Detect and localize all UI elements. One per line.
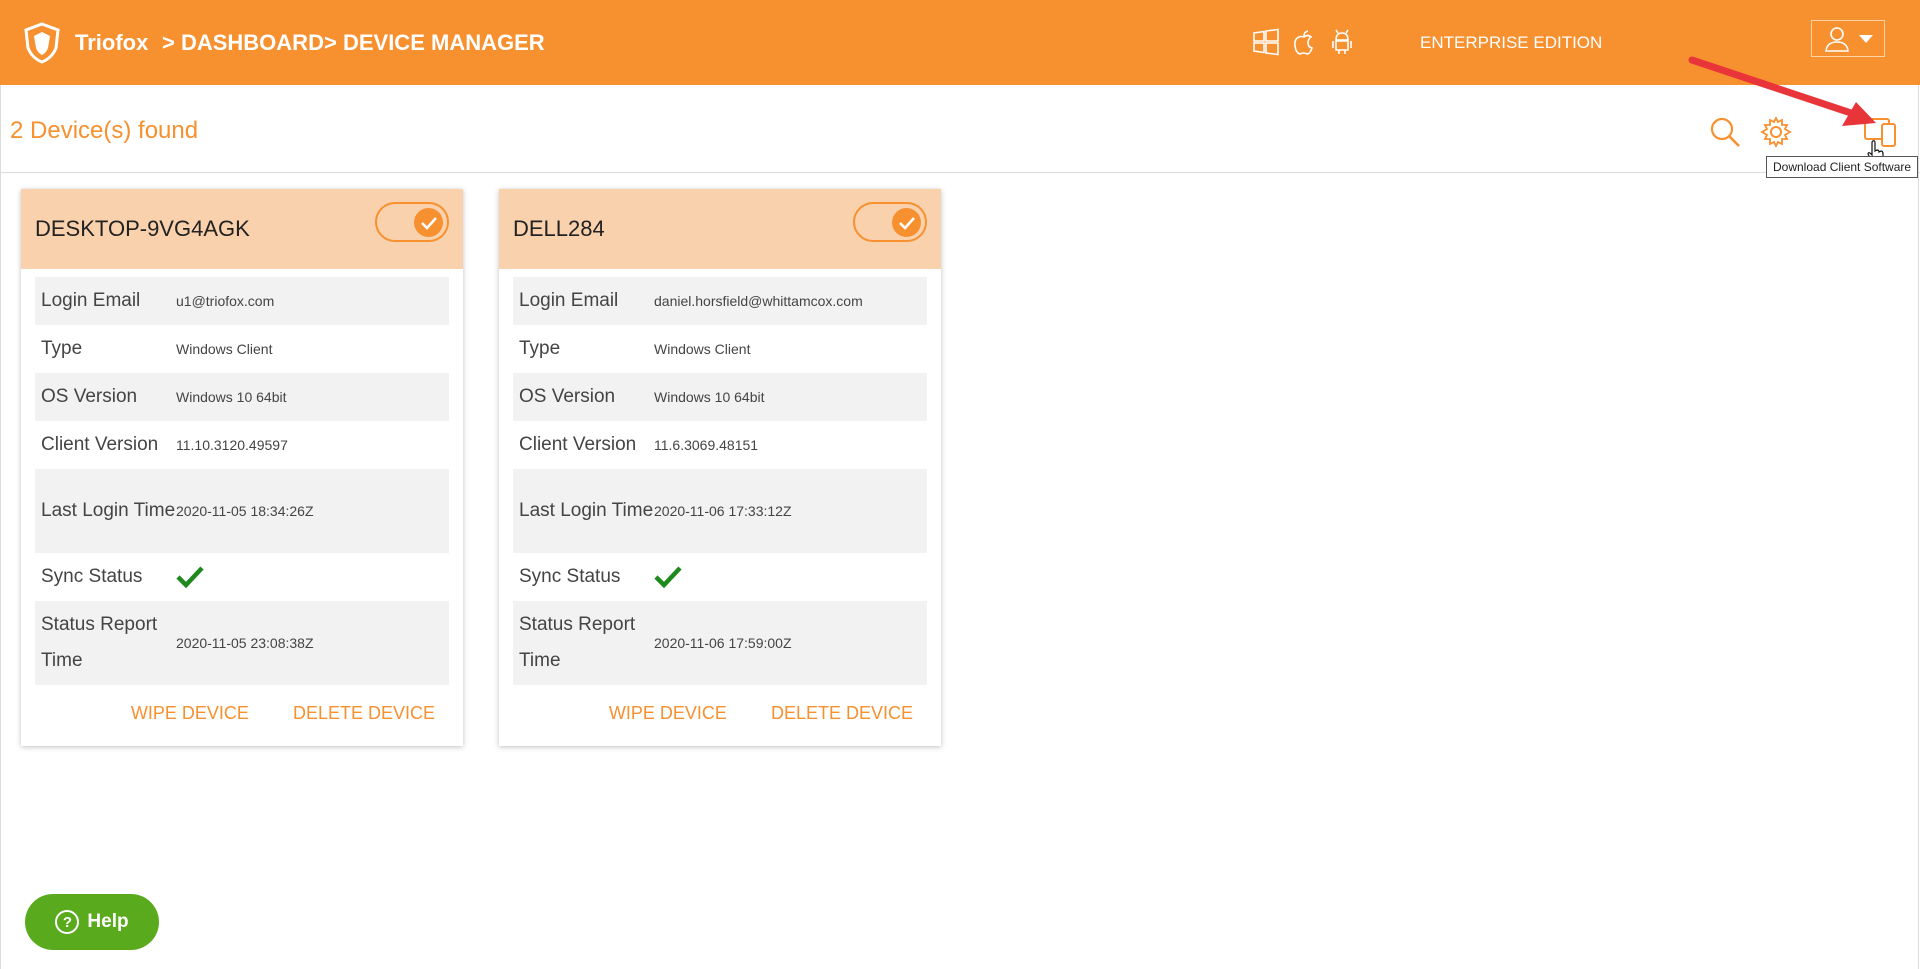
checkmark-icon bbox=[892, 208, 921, 237]
os-icons bbox=[1252, 28, 1356, 56]
sync-status-row: Sync Status bbox=[35, 553, 449, 601]
device-count-label: 2 Device(s) found bbox=[10, 117, 199, 144]
type-value: Windows Client bbox=[654, 341, 751, 357]
type-row: Type Windows Client bbox=[513, 325, 927, 373]
device-name: DELL284 bbox=[513, 216, 605, 241]
device-card-header: DESKTOP-9VG4AGK bbox=[21, 189, 463, 269]
device-enable-toggle[interactable] bbox=[853, 202, 927, 242]
client-version-value: 11.10.3120.49597 bbox=[176, 437, 288, 453]
user-icon bbox=[1825, 26, 1849, 52]
client-version-row: Client Version 11.10.3120.49597 bbox=[35, 421, 449, 469]
device-card: DELL284 Login Email daniel.horsfield@whi… bbox=[499, 189, 941, 746]
help-button[interactable]: ? Help bbox=[25, 894, 159, 950]
device-enable-toggle[interactable] bbox=[375, 202, 449, 242]
login-email-value: u1@triofox.com bbox=[176, 293, 275, 309]
login-email-row: Login Email daniel.horsfield@whittamcox.… bbox=[513, 277, 927, 325]
top-bar: Triofox > DASHBOARD > DEVICE MANAGER ENT… bbox=[0, 0, 1920, 85]
status-report-value: 2020-11-06 17:59:00Z bbox=[654, 635, 792, 651]
wipe-device-button[interactable]: WIPE DEVICE bbox=[131, 703, 249, 724]
delete-device-button[interactable]: DELETE DEVICE bbox=[771, 703, 913, 724]
chevron-down-icon bbox=[1859, 34, 1873, 43]
status-report-row: Status Report Time 2020-11-05 23:08:38Z bbox=[35, 601, 449, 685]
client-version-row: Client Version 11.6.3069.48151 bbox=[513, 421, 927, 469]
device-card-header: DELL284 bbox=[499, 189, 941, 269]
client-version-label: Client Version bbox=[41, 434, 159, 455]
os-version-row: OS Version Windows 10 64bit bbox=[513, 373, 927, 421]
status-report-value: 2020-11-05 23:08:38Z bbox=[176, 635, 314, 651]
device-actions: WIPE DEVICE DELETE DEVICE bbox=[609, 703, 913, 724]
download-client-tooltip: Download Client Software bbox=[1766, 156, 1919, 178]
last-login-value: 2020-11-06 17:33:12Z bbox=[654, 503, 792, 519]
checkmark-icon bbox=[414, 208, 443, 237]
question-icon: ? bbox=[55, 910, 80, 934]
type-label: Type bbox=[519, 338, 561, 359]
android-icon[interactable] bbox=[1328, 28, 1356, 56]
triofox-logo-icon[interactable] bbox=[22, 22, 62, 64]
apple-icon[interactable] bbox=[1290, 28, 1318, 56]
type-label: Type bbox=[41, 338, 83, 359]
breadcrumb-dashboard[interactable]: > DASHBOARD bbox=[162, 30, 324, 56]
login-email-row: Login Email u1@triofox.com bbox=[35, 277, 449, 325]
windows-icon[interactable] bbox=[1252, 28, 1280, 56]
sync-status-row: Sync Status bbox=[513, 553, 927, 601]
last-login-label: Last Login Time bbox=[519, 500, 654, 521]
delete-device-button[interactable]: DELETE DEVICE bbox=[293, 703, 435, 724]
left-border bbox=[0, 85, 1, 969]
sync-ok-check-icon bbox=[654, 566, 682, 589]
last-login-label: Last Login Time bbox=[41, 500, 176, 521]
login-email-label: Login Email bbox=[519, 290, 619, 311]
login-email-value: daniel.horsfield@whittamcox.com bbox=[654, 293, 863, 309]
last-login-row: Last Login Time 2020-11-05 18:34:26Z bbox=[35, 469, 449, 553]
login-email-label: Login Email bbox=[41, 290, 141, 311]
right-border bbox=[1918, 85, 1919, 969]
wipe-device-button[interactable]: WIPE DEVICE bbox=[609, 703, 727, 724]
edition-label: ENTERPRISE EDITION bbox=[1420, 33, 1603, 52]
brand-name[interactable]: Triofox bbox=[75, 30, 148, 56]
red-arrow-annotation bbox=[1688, 56, 1876, 126]
status-report-label: Status Report Time bbox=[519, 614, 636, 671]
sync-status-label: Sync Status bbox=[519, 566, 621, 587]
os-version-value: Windows 10 64bit bbox=[654, 389, 765, 405]
status-report-row: Status Report Time 2020-11-06 17:59:00Z bbox=[513, 601, 927, 685]
help-label: Help bbox=[87, 911, 129, 932]
os-version-row: OS Version Windows 10 64bit bbox=[35, 373, 449, 421]
status-report-label: Status Report Time bbox=[41, 614, 158, 671]
client-version-label: Client Version bbox=[519, 434, 637, 455]
last-login-row: Last Login Time 2020-11-06 17:33:12Z bbox=[513, 469, 927, 553]
sync-ok-check-icon bbox=[176, 566, 204, 589]
type-value: Windows Client bbox=[176, 341, 273, 357]
type-row: Type Windows Client bbox=[35, 325, 449, 373]
last-login-value: 2020-11-05 18:34:26Z bbox=[176, 503, 314, 519]
os-version-value: Windows 10 64bit bbox=[176, 389, 287, 405]
sync-status-label: Sync Status bbox=[41, 566, 143, 587]
device-name: DESKTOP-9VG4AGK bbox=[35, 216, 250, 241]
device-card: DESKTOP-9VG4AGK Login Email u1@triofox.c… bbox=[21, 189, 463, 746]
os-version-label: OS Version bbox=[41, 386, 138, 407]
device-toolbar: 2 Device(s) found bbox=[0, 85, 1920, 173]
breadcrumb-device-manager: > DEVICE MANAGER bbox=[324, 30, 545, 55]
device-actions: WIPE DEVICE DELETE DEVICE bbox=[131, 703, 435, 724]
os-version-label: OS Version bbox=[519, 386, 616, 407]
client-version-value: 11.6.3069.48151 bbox=[654, 437, 759, 453]
